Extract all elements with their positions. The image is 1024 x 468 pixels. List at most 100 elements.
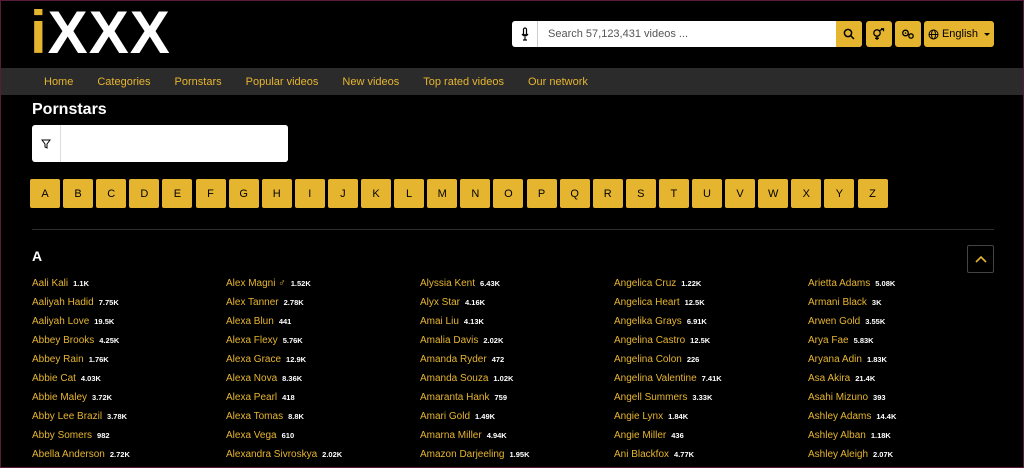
pornstar-link[interactable]: Ashley Adams bbox=[808, 411, 871, 422]
site-logo[interactable]: i XXX bbox=[30, 3, 171, 63]
letter-button-e[interactable]: E bbox=[162, 179, 193, 208]
pornstar-link[interactable]: Angelica Cruz bbox=[614, 278, 676, 289]
pornstar-link[interactable]: Aaliyah Hadid bbox=[32, 297, 94, 308]
pornstar-link[interactable]: Angelina Valentine bbox=[614, 373, 697, 384]
pornstar-link[interactable]: Alexa Pearl bbox=[226, 392, 277, 403]
video-count: 7.75K bbox=[98, 298, 119, 307]
letter-button-l[interactable]: L bbox=[394, 179, 425, 208]
pornstar-link[interactable]: Angelica Heart bbox=[614, 297, 680, 308]
nav-home[interactable]: Home bbox=[44, 76, 73, 88]
pornstar-link[interactable]: Abbey Brooks bbox=[32, 335, 94, 346]
pornstar-link[interactable]: Ashley Alban bbox=[808, 430, 866, 441]
letter-button-g[interactable]: G bbox=[228, 179, 259, 208]
settings-button[interactable] bbox=[895, 21, 921, 47]
letter-button-j[interactable]: J bbox=[327, 179, 358, 208]
letter-button-z[interactable]: Z bbox=[857, 179, 888, 208]
letter-button-c[interactable]: C bbox=[96, 179, 127, 208]
nav-popular-videos[interactable]: Popular videos bbox=[246, 76, 319, 88]
pornstar-link[interactable]: Angell Summers bbox=[614, 392, 687, 403]
letter-button-q[interactable]: Q bbox=[559, 179, 590, 208]
pornstar-link[interactable]: Amai Liu bbox=[420, 316, 459, 327]
scroll-top-button[interactable] bbox=[967, 245, 994, 273]
nav-pornstars[interactable]: Pornstars bbox=[175, 76, 222, 88]
filter-input[interactable] bbox=[61, 125, 288, 162]
pornstar-link[interactable]: Alexa Blun bbox=[226, 316, 274, 327]
gender-filter-button[interactable] bbox=[866, 21, 892, 47]
pornstar-link[interactable]: Alexa Flexy bbox=[226, 335, 278, 346]
letter-button-x[interactable]: X bbox=[791, 179, 822, 208]
pornstar-link[interactable]: Abella Anderson bbox=[32, 449, 105, 460]
pornstar-link[interactable]: Armani Black bbox=[808, 297, 867, 308]
list-item: Angelica Cruz 1.22K bbox=[614, 274, 722, 293]
pornstar-link[interactable]: Alexandra Sivroskya bbox=[226, 449, 317, 460]
pornstar-link[interactable]: Angelika Grays bbox=[614, 316, 682, 327]
letter-button-f[interactable]: F bbox=[195, 179, 226, 208]
pornstar-link[interactable]: Amanda Ryder bbox=[420, 354, 487, 365]
pornstar-link[interactable]: Asahi Mizuno bbox=[808, 392, 868, 403]
video-count: 436 bbox=[671, 431, 684, 440]
pornstar-link[interactable]: Abbie Cat bbox=[32, 373, 76, 384]
pornstar-link[interactable]: Alexa Grace bbox=[226, 354, 281, 365]
letter-button-w[interactable]: W bbox=[758, 179, 789, 208]
letter-button-n[interactable]: N bbox=[460, 179, 491, 208]
search-input[interactable] bbox=[538, 21, 836, 47]
pornstar-link[interactable]: Amalia Davis bbox=[420, 335, 478, 346]
pornstar-link[interactable]: Amazon Darjeeling bbox=[420, 449, 505, 460]
pornstar-link[interactable]: Alex Tanner bbox=[226, 297, 279, 308]
pornstar-link[interactable]: Amaranta Hank bbox=[420, 392, 489, 403]
nav-new-videos[interactable]: New videos bbox=[342, 76, 399, 88]
pornstar-link[interactable]: Ani Blackfox bbox=[614, 449, 669, 460]
pornstar-link[interactable]: Arya Fae bbox=[808, 335, 849, 346]
letter-button-b[interactable]: B bbox=[63, 179, 94, 208]
language-dropdown[interactable]: English bbox=[924, 21, 994, 47]
pornstar-link[interactable]: Amanda Souza bbox=[420, 373, 488, 384]
pornstar-link[interactable]: Aali Kali bbox=[32, 278, 68, 289]
letter-button-r[interactable]: R bbox=[592, 179, 623, 208]
pornstar-link[interactable]: Angie Miller bbox=[614, 430, 666, 441]
letter-button-i[interactable]: I bbox=[294, 179, 325, 208]
pornstar-link[interactable]: Alexa Nova bbox=[226, 373, 277, 384]
nav-top-rated-videos[interactable]: Top rated videos bbox=[423, 76, 504, 88]
pornstar-link[interactable]: Arwen Gold bbox=[808, 316, 860, 327]
list-item: Alexa Blun 441 bbox=[226, 312, 342, 331]
pornstar-link[interactable]: Ashley Aleigh bbox=[808, 449, 868, 460]
pornstar-link[interactable]: Aryana Adin bbox=[808, 354, 862, 365]
pornstar-link[interactable]: Angelina Colon bbox=[614, 354, 682, 365]
letter-button-h[interactable]: H bbox=[261, 179, 292, 208]
letter-button-y[interactable]: Y bbox=[824, 179, 855, 208]
letter-button-v[interactable]: V bbox=[725, 179, 756, 208]
pornstar-link[interactable]: Alexa Vega bbox=[226, 430, 277, 441]
nav-categories[interactable]: Categories bbox=[97, 76, 150, 88]
pornstar-link[interactable]: Abbie Maley bbox=[32, 392, 87, 403]
pornstar-link[interactable]: Aaliyah Love bbox=[32, 316, 89, 327]
search-button[interactable] bbox=[836, 21, 862, 47]
letter-button-t[interactable]: T bbox=[658, 179, 689, 208]
pornstar-link[interactable]: Alyx Star bbox=[420, 297, 460, 308]
video-count: 1.76K bbox=[88, 355, 109, 364]
pornstar-link[interactable]: Asa Akira bbox=[808, 373, 850, 384]
pornstar-link[interactable]: Abby Somers bbox=[32, 430, 92, 441]
letter-button-k[interactable]: K bbox=[361, 179, 391, 208]
pornstar-link[interactable]: Arietta Adams bbox=[808, 278, 870, 289]
pornstar-link[interactable]: Angelina Castro bbox=[614, 335, 685, 346]
pornstar-link[interactable]: Amarna Miller bbox=[420, 430, 482, 441]
list-item: Amalia Davis 2.02K bbox=[420, 331, 530, 350]
letter-button-m[interactable]: M bbox=[427, 179, 458, 208]
microphone-icon[interactable] bbox=[512, 21, 538, 47]
letter-button-p[interactable]: P bbox=[526, 179, 557, 208]
list-item: Arya Fae 5.83K bbox=[808, 331, 896, 350]
letter-button-s[interactable]: S bbox=[625, 179, 656, 208]
pornstar-link[interactable]: Angie Lynx bbox=[614, 411, 663, 422]
letter-button-d[interactable]: D bbox=[129, 179, 160, 208]
pornstar-link[interactable]: Abbey Rain bbox=[32, 354, 84, 365]
letter-button-a[interactable]: A bbox=[30, 179, 60, 208]
letter-button-u[interactable]: U bbox=[692, 179, 722, 208]
letter-button-o[interactable]: O bbox=[493, 179, 524, 208]
nav-our-network[interactable]: Our network bbox=[528, 76, 588, 88]
pornstar-link[interactable]: Abby Lee Brazil bbox=[32, 411, 102, 422]
pornstar-link[interactable]: Alex Magni ♂ bbox=[226, 278, 286, 289]
video-count: 12.5K bbox=[690, 336, 711, 345]
pornstar-link[interactable]: Alexa Tomas bbox=[226, 411, 283, 422]
pornstar-link[interactable]: Amari Gold bbox=[420, 411, 470, 422]
pornstar-link[interactable]: Alyssia Kent bbox=[420, 278, 475, 289]
